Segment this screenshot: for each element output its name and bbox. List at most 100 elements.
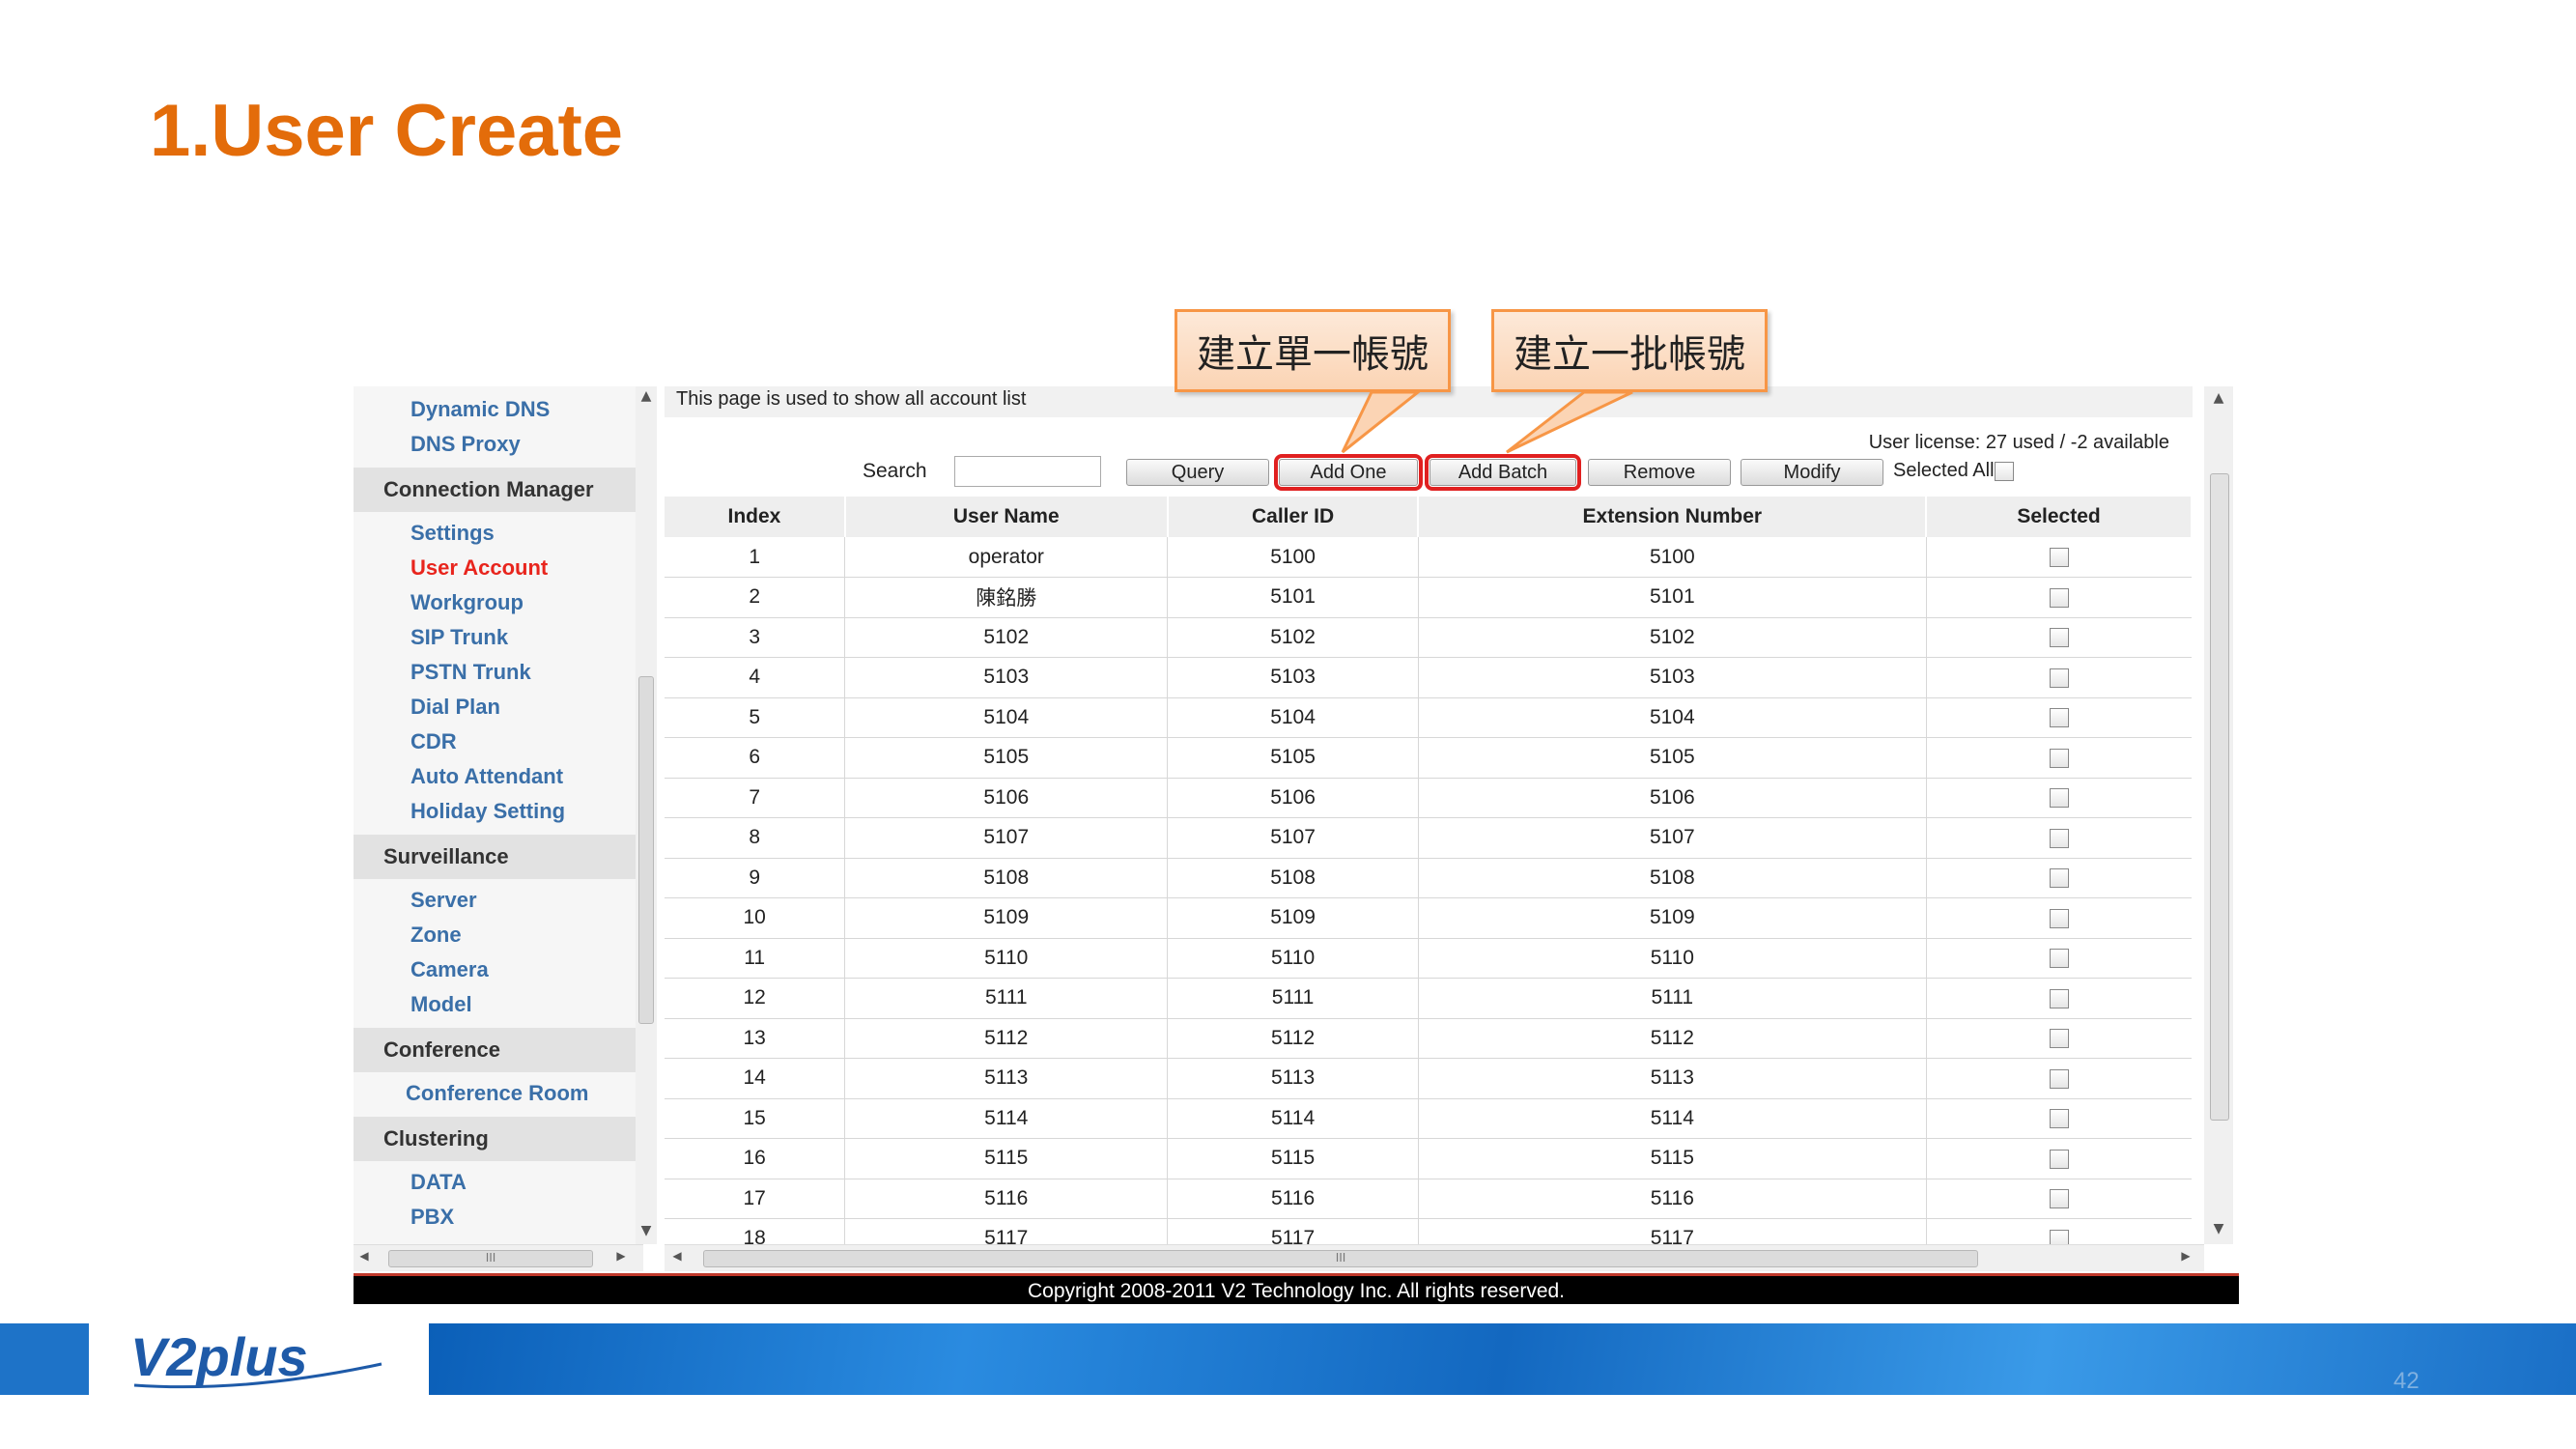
main-hscrollbar[interactable]: ◀ III ▶ [665,1244,2204,1271]
row-checkbox[interactable] [2049,1149,2069,1169]
selected-cell [1926,737,2192,779]
modify-button[interactable]: Modify [1741,459,1883,486]
query-button[interactable]: Query [1126,459,1269,486]
user-name-cell: 5114 [844,1098,1169,1139]
scroll-right-arrow-icon[interactable]: ▶ [610,1249,632,1263]
nav-item-data[interactable]: DATA [354,1165,636,1200]
row-checkbox[interactable] [2049,628,2069,648]
row-checkbox[interactable] [2049,1109,2069,1129]
scroll-left-arrow-icon[interactable]: ◀ [354,1249,375,1263]
user-name-cell: 5102 [844,617,1169,658]
row-checkbox[interactable] [2049,748,2069,768]
nav-item-user-account[interactable]: User Account [354,551,636,585]
search-input[interactable] [954,456,1101,487]
table-row[interactable]: 12 5111 5111 5111 [665,978,2192,1019]
add-one-button[interactable]: Add One [1274,454,1423,491]
nav-section-conference[interactable]: Conference [354,1028,636,1072]
nav-scroll-thumb[interactable] [638,676,654,1024]
table-row[interactable]: 1 operator 5100 5100 [665,537,2192,578]
row-checkbox[interactable] [2049,908,2069,928]
add-batch-button[interactable]: Add Batch [1425,454,1581,491]
user-name-cell: 5113 [844,1058,1169,1099]
nav-item-camera[interactable]: Camera [354,952,636,987]
nav-item-pbx[interactable]: PBX [354,1200,636,1235]
nav-item-sip-trunk[interactable]: SIP Trunk [354,620,636,655]
row-checkbox[interactable] [2049,587,2069,608]
caller-id-cell: 5100 [1167,537,1419,578]
nav-item-holiday-setting[interactable]: Holiday Setting [354,794,636,829]
index-cell: 3 [665,617,846,658]
table-row[interactable]: 6 5105 5105 5105 [665,737,2192,779]
table-row[interactable]: 11 5110 5110 5110 [665,938,2192,979]
nav-item-workgroup[interactable]: Workgroup [354,585,636,620]
nav-section-connection-manager[interactable]: Connection Manager [354,468,636,512]
main-vscroll-thumb[interactable] [2210,473,2229,1121]
selected-cell [1926,978,2192,1019]
selected-cell [1926,1018,2192,1059]
column-header[interactable]: Extension Number [1418,497,1928,537]
nav-item-dial-plan[interactable]: Dial Plan [354,690,636,724]
scroll-up-arrow-icon[interactable]: ▲ [636,388,657,404]
table-row[interactable]: 3 5102 5102 5102 [665,617,2192,658]
row-checkbox[interactable] [2049,708,2069,728]
table-row[interactable]: 13 5112 5112 5112 [665,1018,2192,1059]
column-header[interactable]: Selected [1926,497,2193,537]
main-hscroll-thumb[interactable]: III [703,1250,1978,1267]
nav-item-model[interactable]: Model [354,987,636,1022]
row-checkbox[interactable] [2049,868,2069,889]
table-row[interactable]: 16 5115 5115 5115 [665,1138,2192,1179]
index-cell: 14 [665,1058,846,1099]
nav-hscrollbar[interactable]: ◀ III ▶ [354,1244,643,1271]
column-header[interactable]: Index [665,497,846,537]
row-checkbox[interactable] [2049,788,2069,809]
table-row[interactable]: 5 5104 5104 5104 [665,697,2192,738]
scroll-up-arrow-icon[interactable]: ▲ [2204,390,2233,406]
scroll-down-arrow-icon[interactable]: ▼ [636,1223,657,1238]
table-row[interactable]: 7 5106 5106 5106 [665,778,2192,818]
table-row[interactable]: 9 5108 5108 5108 [665,858,2192,898]
row-checkbox[interactable] [2049,949,2069,969]
selected-all-checkbox[interactable] [1994,461,2014,481]
table-row[interactable]: 4 5103 5103 5103 [665,657,2192,698]
nav-scrollbar[interactable]: ▲ ▼ [636,386,657,1244]
table-row[interactable]: 2 陳銘勝 5101 5101 [665,577,2192,618]
table-row[interactable]: 10 5109 5109 5109 [665,897,2192,939]
nav-section-clustering[interactable]: Clustering [354,1117,636,1161]
row-checkbox[interactable] [2049,1189,2069,1209]
scroll-down-arrow-icon[interactable]: ▼ [2204,1221,2233,1236]
nav-item-conference-room[interactable]: Conference Room [354,1076,636,1111]
nav-item-pstn-trunk[interactable]: PSTN Trunk [354,655,636,690]
nav-item-dns-proxy[interactable]: DNS Proxy [354,427,636,462]
nav-item-dynamic-dns[interactable]: Dynamic DNS [354,392,636,427]
table-row[interactable]: 17 5116 5116 5116 [665,1179,2192,1219]
row-checkbox[interactable] [2049,547,2069,567]
nav-item-settings[interactable]: Settings [354,516,636,551]
selected-cell [1926,817,2192,859]
caller-id-cell: 5111 [1167,978,1419,1019]
table-row[interactable]: 15 5114 5114 5114 [665,1098,2192,1139]
main-vscrollbar[interactable]: ▲ ▼ [2204,386,2233,1244]
column-header[interactable]: User Name [844,497,1169,537]
search-label: Search [863,460,927,482]
extension-cell: 5105 [1418,737,1927,779]
table-row[interactable]: 14 5113 5113 5113 [665,1058,2192,1099]
row-checkbox[interactable] [2049,828,2069,848]
scroll-right-arrow-icon[interactable]: ▶ [2175,1249,2196,1263]
banner-right-block [429,1323,2576,1395]
table-row[interactable]: 8 5107 5107 5107 [665,817,2192,859]
nav-item-zone[interactable]: Zone [354,918,636,952]
nav-section-surveillance[interactable]: Surveillance [354,835,636,879]
row-checkbox[interactable] [2049,988,2069,1009]
nav-item-server[interactable]: Server [354,883,636,918]
nav-item-auto-attendant[interactable]: Auto Attendant [354,759,636,794]
selected-cell [1926,897,2192,939]
row-checkbox[interactable] [2049,1029,2069,1049]
remove-button[interactable]: Remove [1588,459,1731,486]
column-header[interactable]: Caller ID [1167,497,1420,537]
copyright-footer: Copyright 2008-2011 V2 Technology Inc. A… [354,1273,2239,1304]
row-checkbox[interactable] [2049,668,2069,688]
nav-item-cdr[interactable]: CDR [354,724,636,759]
scroll-left-arrow-icon[interactable]: ◀ [666,1249,688,1263]
row-checkbox[interactable] [2049,1068,2069,1089]
nav-hscroll-thumb[interactable]: III [388,1250,593,1267]
